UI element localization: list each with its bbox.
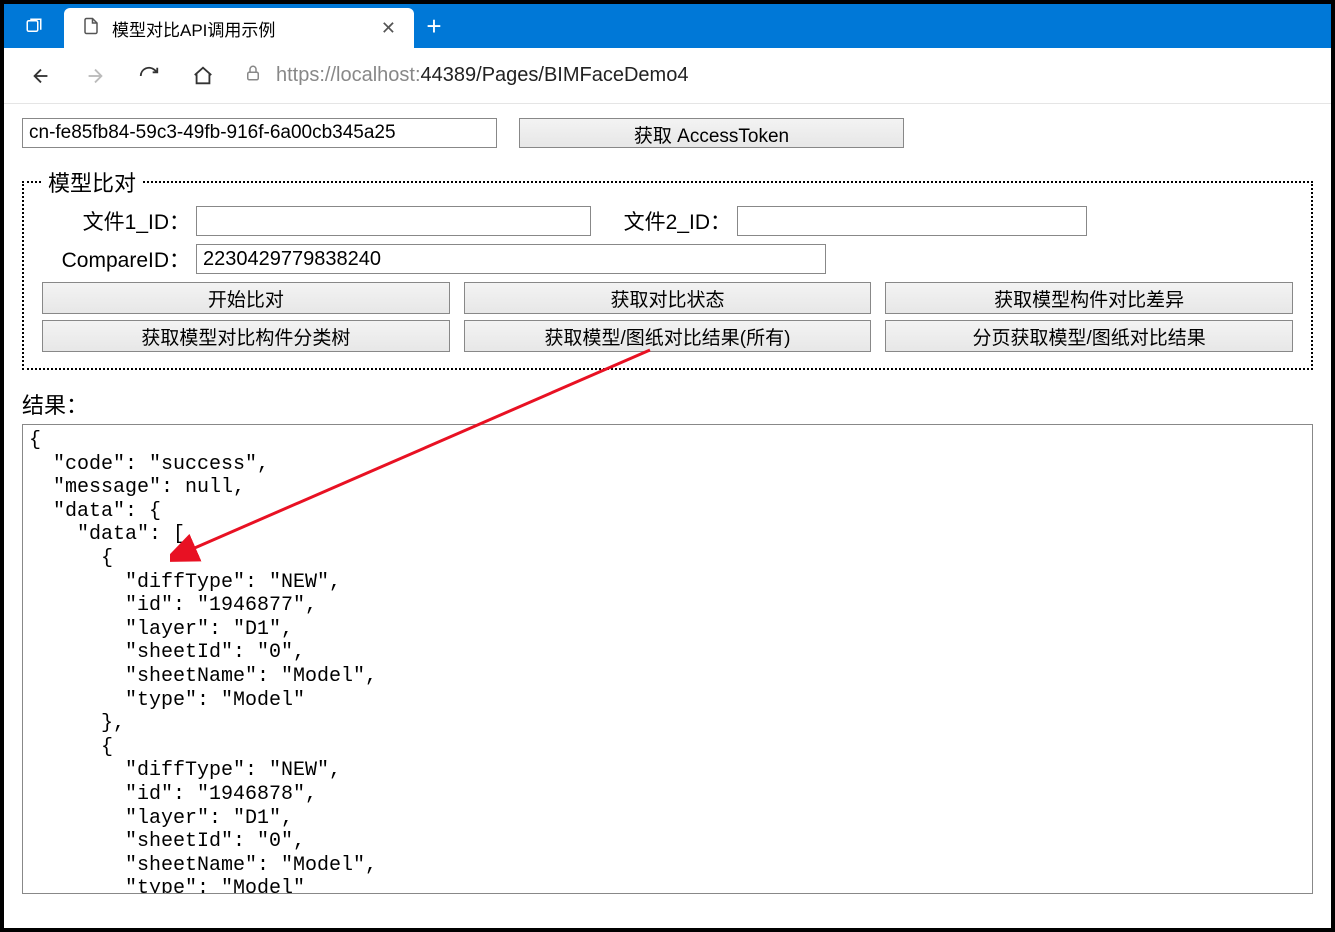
compare-id-input[interactable]: [196, 244, 826, 274]
address-bar[interactable]: https://localhost:44389/Pages/BIMFaceDem…: [244, 64, 1313, 88]
file1-id-label: 文件1_ID：: [42, 206, 190, 236]
file2-id-label: 文件2_ID：: [611, 206, 731, 236]
nav-back-button[interactable]: [28, 63, 54, 89]
lock-icon: [244, 64, 262, 88]
result-label: 结果：: [22, 388, 1313, 420]
result-textarea[interactable]: { ″code″: ″success″, ″message″: null, ″d…: [22, 424, 1313, 894]
get-access-token-button[interactable]: 获取 AccessToken: [519, 118, 904, 148]
tab-close-icon[interactable]: ✕: [377, 18, 400, 39]
get-model-component-diff-button[interactable]: 获取模型构件对比差异: [885, 282, 1293, 314]
new-tab-button[interactable]: +: [414, 4, 454, 48]
page-favicon-icon: [82, 17, 100, 40]
model-compare-fieldset: 模型比对 文件1_ID： 文件2_ID： CompareID： 开始比对 获取对…: [22, 166, 1313, 370]
file2-id-input[interactable]: [737, 206, 1087, 236]
browser-titlebar: 模型对比API调用示例 ✕ +: [4, 4, 1331, 48]
nav-forward-button[interactable]: [82, 63, 108, 89]
browser-tab[interactable]: 模型对比API调用示例 ✕: [64, 8, 414, 48]
get-model-drawing-compare-result-paged-button[interactable]: 分页获取模型/图纸对比结果: [885, 320, 1293, 352]
tab-actions-icon[interactable]: [4, 4, 64, 48]
fieldset-legend: 模型比对: [42, 166, 142, 198]
browser-toolbar: https://localhost:44389/Pages/BIMFaceDem…: [4, 48, 1331, 104]
url-text: https://localhost:44389/Pages/BIMFaceDem…: [276, 64, 688, 87]
browser-tab-title: 模型对比API调用示例: [112, 16, 365, 41]
nav-refresh-button[interactable]: [136, 63, 162, 89]
page-content: 获取 AccessToken 模型比对 文件1_ID： 文件2_ID： Comp…: [4, 104, 1331, 894]
get-model-drawing-compare-result-all-button[interactable]: 获取模型/图纸对比结果(所有): [464, 320, 872, 352]
get-model-compare-component-tree-button[interactable]: 获取模型对比构件分类树: [42, 320, 450, 352]
nav-home-button[interactable]: [190, 63, 216, 89]
file1-id-input[interactable]: [196, 206, 591, 236]
compare-id-label: CompareID：: [42, 244, 190, 274]
get-compare-status-button[interactable]: 获取对比状态: [464, 282, 872, 314]
access-token-input[interactable]: [22, 118, 497, 148]
start-compare-button[interactable]: 开始比对: [42, 282, 450, 314]
